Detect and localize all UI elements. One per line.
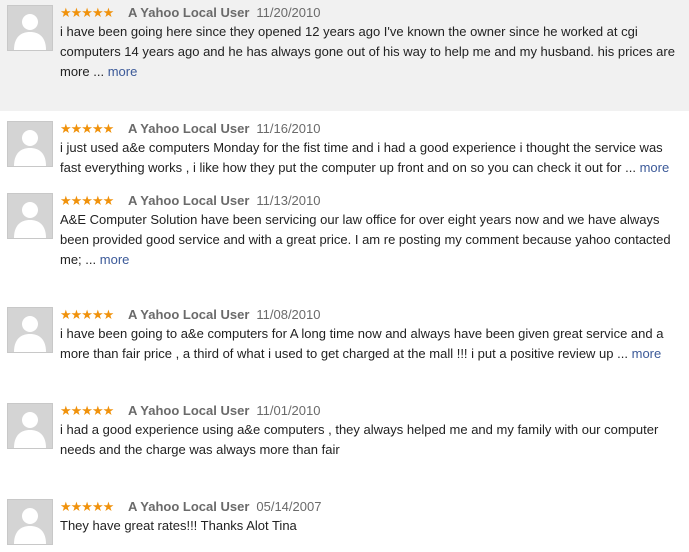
star-rating: ★★★★★ (60, 403, 114, 418)
reviewer-name: A Yahoo Local User (128, 5, 250, 20)
review-text: i have been going to a&e computers for A… (60, 326, 664, 361)
avatar (7, 193, 53, 239)
avatar (7, 499, 53, 545)
review-item: ★★★★★ A Yahoo Local User 11/08/2010 i have… (0, 301, 689, 397)
review-date: 11/20/2010 (256, 5, 321, 20)
ellipsis: ... (625, 160, 636, 175)
ellipsis: ... (93, 64, 105, 79)
review-item: ★★★★★ A Yahoo Local User 11/13/2010 A&E Co… (0, 187, 689, 301)
review-text-block: i just used a&e computers Monday for the… (60, 138, 682, 178)
review-text: i just used a&e computers Monday for the… (60, 140, 663, 175)
review-date: 05/14/2007 (256, 499, 322, 514)
review-date: 11/08/2010 (256, 307, 321, 322)
review-date: 11/16/2010 (256, 121, 321, 136)
avatar (7, 403, 53, 449)
star-rating: ★★★★★ (60, 121, 114, 136)
review-text-block: i have been going here since they opened… (60, 22, 682, 82)
reviewer-name: A Yahoo Local User (128, 499, 250, 514)
reviewer-name: A Yahoo Local User (128, 193, 250, 208)
review-date: 11/01/2010 (256, 403, 321, 418)
user-silhouette-icon (14, 14, 46, 50)
avatar (7, 307, 53, 353)
user-silhouette-icon (14, 508, 46, 544)
more-link[interactable]: more (100, 252, 130, 267)
ellipsis: ... (617, 346, 628, 361)
more-link[interactable]: more (640, 160, 670, 175)
reviewer-name: A Yahoo Local User (128, 403, 250, 418)
review-text: They have great rates!!! Thanks Alot Tin… (60, 518, 297, 533)
review-date: 11/13/2010 (256, 193, 321, 208)
review-text-block: i had a good experience using a&e comput… (60, 420, 682, 460)
more-link[interactable]: more (108, 64, 138, 79)
avatar (7, 5, 53, 51)
review-text-block: i have been going to a&e computers for A… (60, 324, 682, 364)
review-text: i had a good experience using a&e comput… (60, 422, 659, 457)
ellipsis: ... (85, 252, 97, 267)
user-silhouette-icon (14, 130, 46, 166)
review-item: ★★★★★ A Yahoo Local User 11/01/2010 i had … (0, 397, 689, 493)
reviewer-name: A Yahoo Local User (128, 307, 250, 322)
star-rating: ★★★★★ (60, 5, 114, 20)
star-rating: ★★★★★ (60, 499, 114, 514)
review-text: i have been going here since they opened… (60, 24, 675, 79)
user-silhouette-icon (14, 412, 46, 448)
more-link[interactable]: more (632, 346, 662, 361)
star-rating: ★★★★★ (60, 193, 114, 208)
review-text-block: They have great rates!!! Thanks Alot Tin… (60, 516, 682, 536)
review-text-block: A&E Computer Solution have been servicin… (60, 210, 682, 270)
review-text: A&E Computer Solution have been servicin… (60, 212, 671, 267)
avatar (7, 121, 53, 167)
review-item: ★★★★★ A Yahoo Local User 11/16/2010 i just… (0, 111, 689, 187)
reviewer-name: A Yahoo Local User (128, 121, 250, 136)
user-silhouette-icon (14, 316, 46, 352)
star-rating: ★★★★★ (60, 307, 114, 322)
user-silhouette-icon (14, 202, 46, 238)
review-item: ★★★★★ A Yahoo Local User 11/20/2010 i have… (0, 0, 689, 111)
review-item: ★★★★★ A Yahoo Local User 05/14/2007 They h… (0, 493, 689, 552)
